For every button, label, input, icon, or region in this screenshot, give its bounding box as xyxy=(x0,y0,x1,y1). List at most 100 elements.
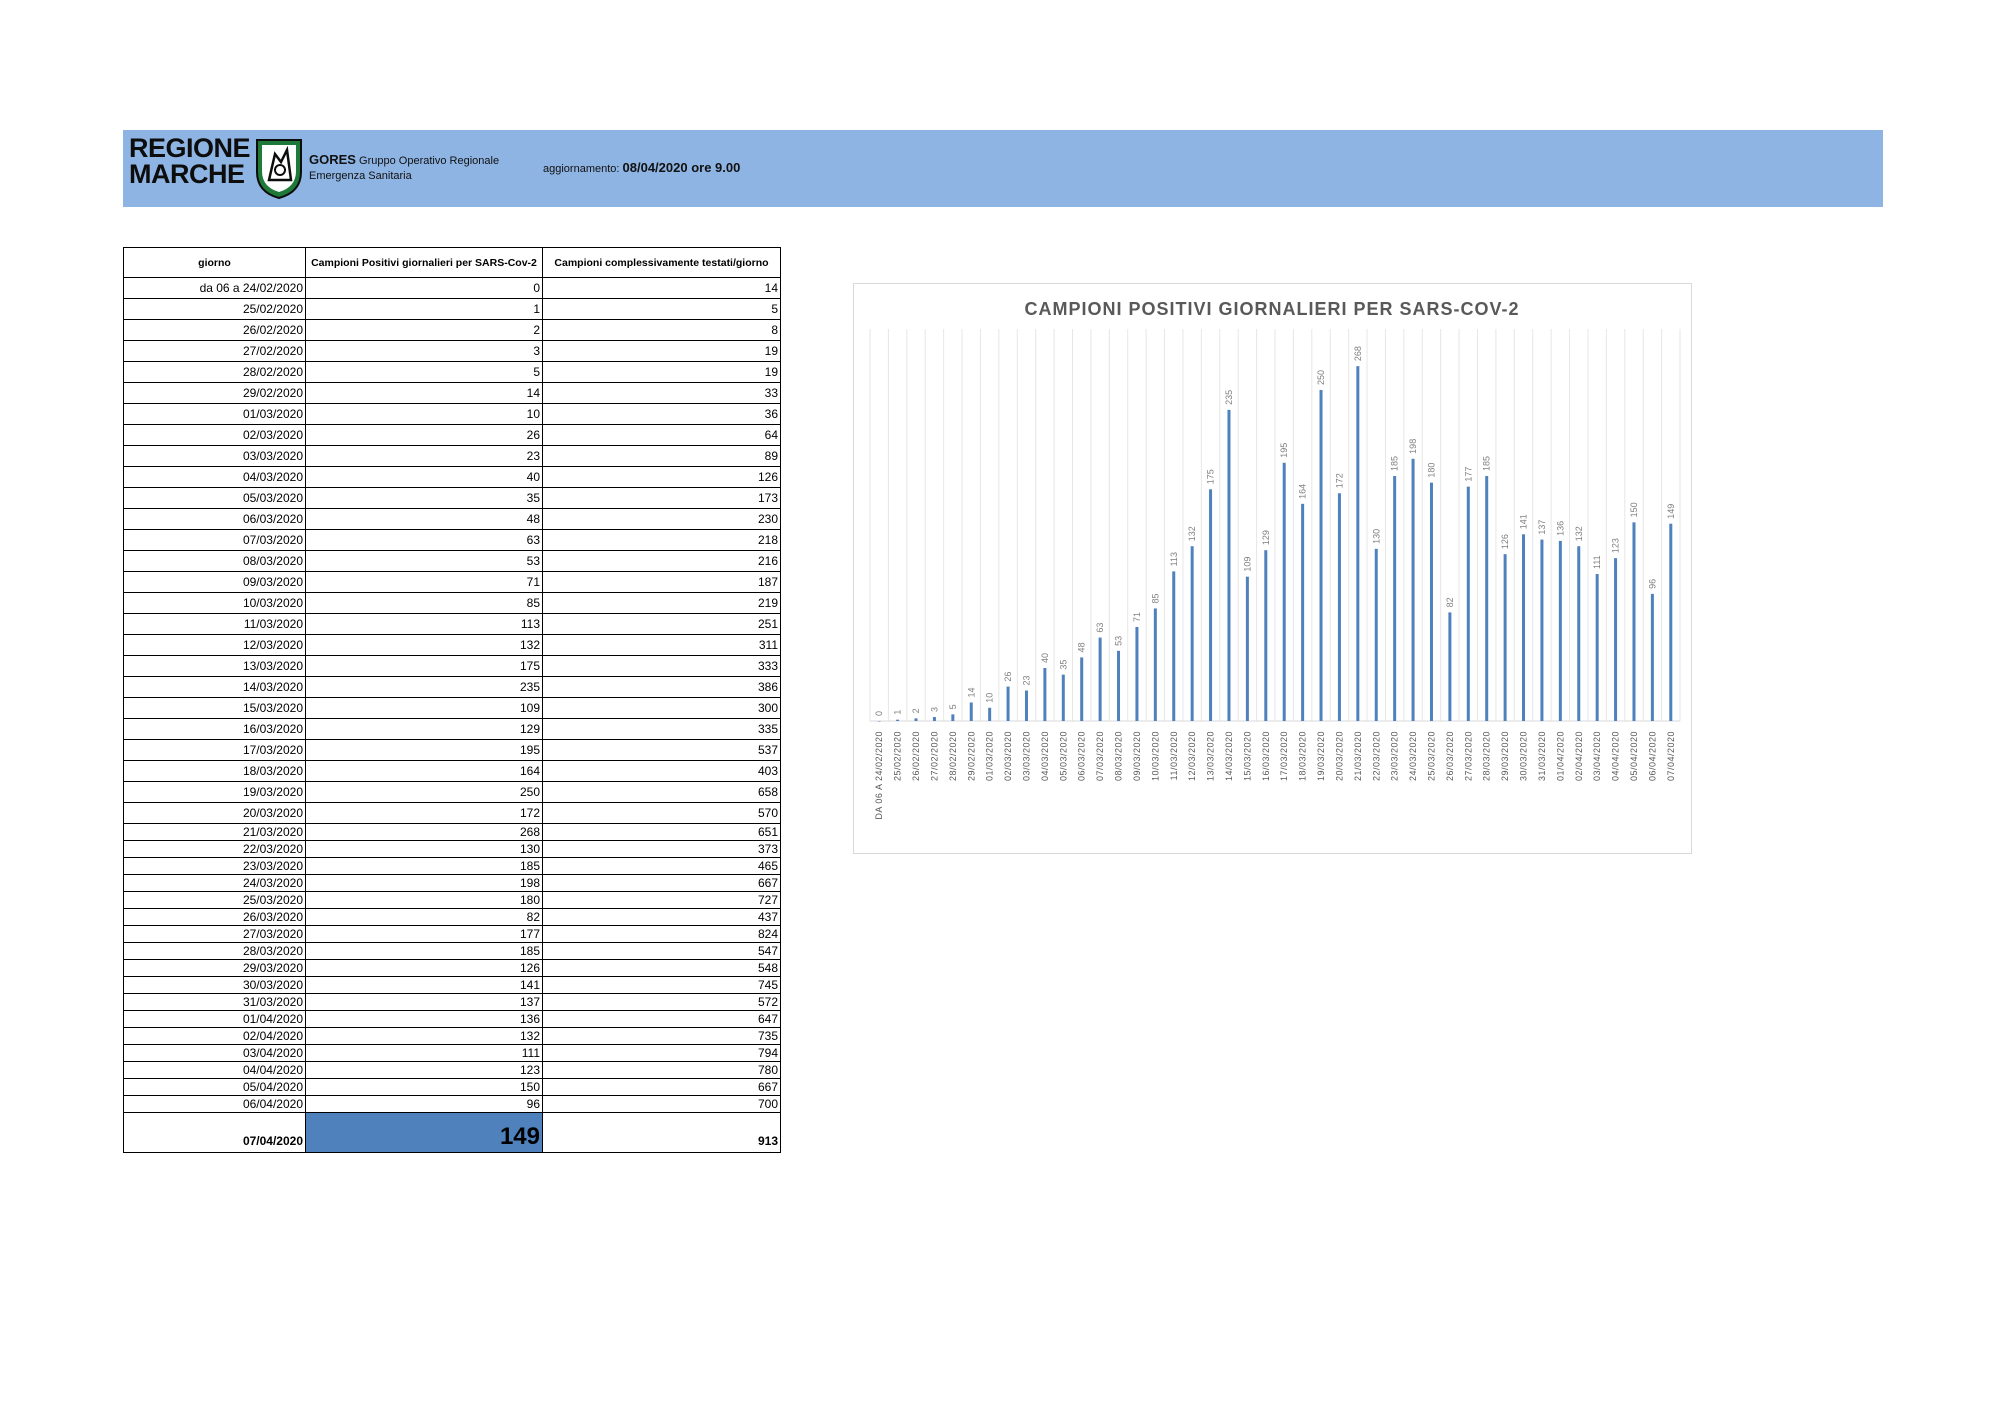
cell-positives: 1 xyxy=(305,298,543,320)
bar xyxy=(1577,546,1581,721)
data-label: 149 xyxy=(1666,504,1676,519)
data-label: 109 xyxy=(1242,557,1252,572)
data-label: 198 xyxy=(1408,439,1418,454)
data-label: 177 xyxy=(1463,467,1473,482)
cell-positives: 175 xyxy=(305,655,543,677)
cell-date: 06/04/2020 xyxy=(123,1095,306,1113)
cell-tested: 727 xyxy=(542,891,781,909)
cell-tested: 216 xyxy=(542,550,781,572)
table-row: 07/03/2020 63 218 xyxy=(123,529,781,551)
table-row: 30/03/2020 141 745 xyxy=(123,976,781,994)
cell-tested: 335 xyxy=(542,718,781,740)
data-label: 172 xyxy=(1334,473,1344,488)
logo-line-2: MARCHE xyxy=(129,159,245,189)
bar xyxy=(1301,503,1305,721)
cell-tested: 5 xyxy=(542,298,781,320)
x-tick-label: 26/02/2020 xyxy=(911,731,921,781)
bar xyxy=(951,714,955,721)
positives-chart-svg: CAMPIONI POSITIVI GIORNALIERI PER SARS-C… xyxy=(869,299,1681,820)
data-label: 130 xyxy=(1371,529,1381,544)
cell-positives: 198 xyxy=(305,874,543,892)
data-label: 53 xyxy=(1114,636,1124,646)
cell-tested: 14 xyxy=(542,277,781,299)
data-label: 10 xyxy=(985,693,995,703)
data-label: 180 xyxy=(1426,463,1436,478)
cell-date: 13/03/2020 xyxy=(123,655,306,677)
bar xyxy=(1650,593,1654,721)
table-row: 27/03/2020 177 824 xyxy=(123,925,781,943)
bar xyxy=(1172,571,1176,721)
chart-title: CAMPIONI POSITIVI GIORNALIERI PER SARS-C… xyxy=(1024,299,1519,319)
table-row: 06/04/2020 96 700 xyxy=(123,1095,781,1113)
table-row: 31/03/2020 137 572 xyxy=(123,993,781,1011)
column-header-date: giorno xyxy=(123,247,306,278)
cell-tested: 126 xyxy=(542,466,781,488)
data-label: 137 xyxy=(1537,520,1547,535)
cell-tested: 658 xyxy=(542,781,781,803)
cell-positives: 177 xyxy=(305,925,543,943)
cell-date: 01/04/2020 xyxy=(123,1010,306,1028)
cell-positives: 250 xyxy=(305,781,543,803)
cell-date: 06/03/2020 xyxy=(123,508,306,530)
table-row: 28/03/2020 185 547 xyxy=(123,942,781,960)
data-label: 195 xyxy=(1279,443,1289,458)
cell-tested: 33 xyxy=(542,382,781,404)
data-label: 85 xyxy=(1150,593,1160,603)
bar xyxy=(1595,574,1599,721)
cell-positives: 132 xyxy=(305,1027,543,1045)
cell-date: 11/03/2020 xyxy=(123,613,306,635)
cell-positives: 164 xyxy=(305,760,543,782)
cell-positives: 185 xyxy=(305,942,543,960)
positives-chart: CAMPIONI POSITIVI GIORNALIERI PER SARS-C… xyxy=(853,283,1692,854)
cell-tested: 745 xyxy=(542,976,781,994)
x-tick-label: 16/03/2020 xyxy=(1261,731,1271,781)
table-row: 03/03/2020 23 89 xyxy=(123,445,781,467)
bar xyxy=(1209,489,1213,721)
x-tick-label: 04/03/2020 xyxy=(1040,731,1050,781)
bar xyxy=(1227,409,1231,721)
cell-date: 14/03/2020 xyxy=(123,676,306,698)
cell-tested: 311 xyxy=(542,634,781,656)
x-tick-label: 28/03/2020 xyxy=(1482,731,1492,781)
cell-positives: 40 xyxy=(305,466,543,488)
bar xyxy=(1190,546,1194,721)
cell-tested: 647 xyxy=(542,1010,781,1028)
x-tick-label: 21/03/2020 xyxy=(1353,731,1363,781)
cell-date: 05/04/2020 xyxy=(123,1078,306,1096)
org-subtitle-2: Emergenza Sanitaria xyxy=(309,170,412,182)
cell-positives: 132 xyxy=(305,634,543,656)
cell-tested: 19 xyxy=(542,361,781,383)
x-tick-label: 29/02/2020 xyxy=(966,731,976,781)
cell-positives: 53 xyxy=(305,550,543,572)
data-label: 48 xyxy=(1077,642,1087,652)
table-row: 29/03/2020 126 548 xyxy=(123,959,781,977)
cell-positives: 235 xyxy=(305,676,543,698)
x-tick-label: 01/03/2020 xyxy=(985,731,995,781)
bar xyxy=(1558,540,1562,721)
cell-date: 21/03/2020 xyxy=(123,823,306,841)
cell-positives: 172 xyxy=(305,802,543,824)
x-tick-label: 23/03/2020 xyxy=(1390,731,1400,781)
column-header-tested: Campioni complessivamente testati/giorno xyxy=(542,247,781,278)
table-row: 22/03/2020 130 373 xyxy=(123,840,781,858)
cell-tested: 667 xyxy=(542,874,781,892)
cell-tested: 230 xyxy=(542,508,781,530)
cell-date: 27/03/2020 xyxy=(123,925,306,943)
table-row: 13/03/2020 175 333 xyxy=(123,655,781,677)
bar xyxy=(1282,462,1286,721)
x-tick-label: 01/04/2020 xyxy=(1555,731,1565,781)
data-label: 23 xyxy=(1021,676,1031,686)
cell-tested: 548 xyxy=(542,959,781,977)
bar xyxy=(969,702,973,721)
bar xyxy=(1245,576,1249,721)
cell-positives: 268 xyxy=(305,823,543,841)
cell-date: 16/03/2020 xyxy=(123,718,306,740)
cell-positives: 26 xyxy=(305,424,543,446)
cell-positives: 126 xyxy=(305,959,543,977)
bar xyxy=(1448,612,1452,721)
cell-positives: 82 xyxy=(305,908,543,926)
bar xyxy=(932,717,936,721)
cell-tested: 913 xyxy=(542,1112,781,1153)
cell-tested: 36 xyxy=(542,403,781,425)
logo-line-1: REGIONE xyxy=(129,133,251,163)
